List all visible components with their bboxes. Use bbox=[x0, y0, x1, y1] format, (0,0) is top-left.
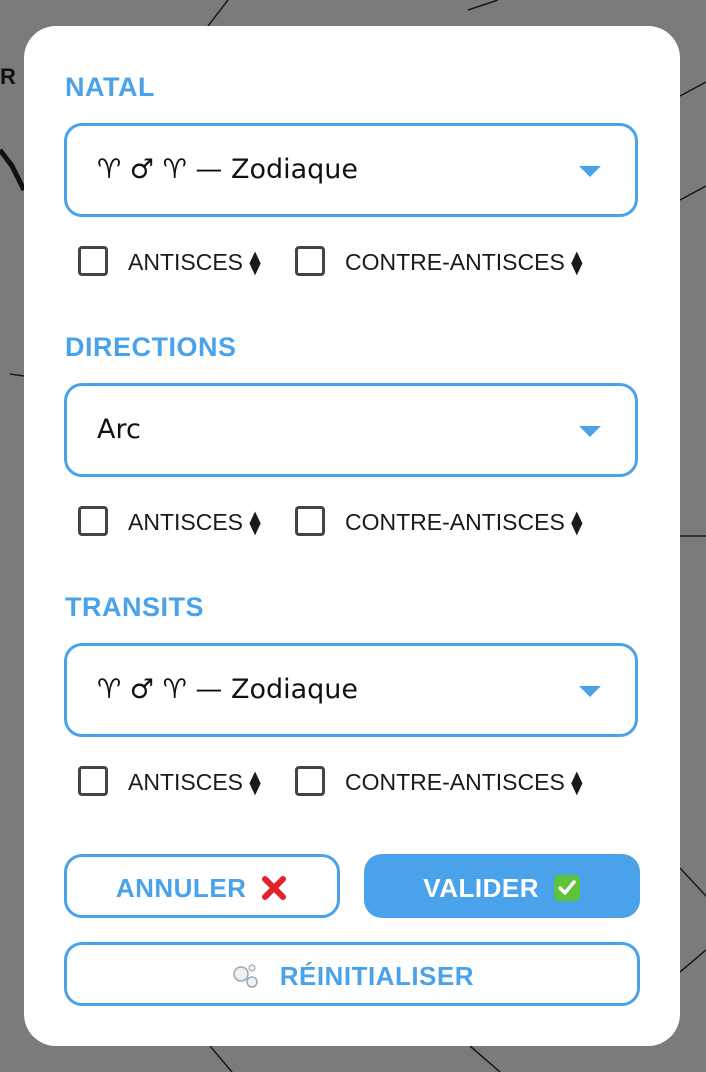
reset-button[interactable]: RÉINITIALISER bbox=[64, 942, 640, 1006]
background-text: R bbox=[0, 64, 16, 89]
checkbox-box[interactable] bbox=[295, 506, 325, 536]
confirm-button[interactable]: VALIDER bbox=[364, 854, 640, 918]
check-mark-icon bbox=[553, 875, 580, 902]
checkbox-box[interactable] bbox=[295, 766, 325, 796]
reset-button-label: RÉINITIALISER bbox=[279, 961, 475, 992]
checkbox-box[interactable] bbox=[78, 246, 108, 276]
natal-select-value: ♈︎ ♂ ♈ — Zodiaque bbox=[97, 154, 359, 185]
transits-select-value: ♈︎ ♂ ♈ — Zodiaque bbox=[97, 674, 359, 705]
bubbles-icon bbox=[233, 964, 258, 988]
checkbox-label: ANTISCES ⧫ bbox=[128, 769, 261, 795]
checkbox-box[interactable] bbox=[78, 506, 108, 536]
transits-options: ANTISCES ⧫ CONTRE-ANTISCES ⧫ bbox=[78, 764, 638, 804]
confirm-button-label: VALIDER bbox=[423, 873, 539, 904]
caret-down-icon bbox=[579, 166, 601, 177]
transits-select[interactable]: ♈︎ ♂ ♈ — Zodiaque bbox=[64, 643, 638, 737]
cancel-button-label: ANNULER bbox=[115, 873, 247, 904]
chart-settings-modal: NATAL ♈︎ ♂ ♈ — Zodiaque ANTISCES ⧫ CONTR… bbox=[24, 26, 680, 1046]
natal-select[interactable]: ♈︎ ♂ ♈ — Zodiaque bbox=[64, 123, 638, 217]
cross-mark-icon bbox=[262, 876, 287, 901]
caret-down-icon bbox=[579, 686, 601, 697]
section-title-directions: DIRECTIONS bbox=[65, 332, 237, 362]
checkbox-label: ANTISCES ⧫ bbox=[128, 249, 261, 275]
cancel-button[interactable]: ANNULER bbox=[64, 854, 340, 918]
directions-select-value: Arc bbox=[97, 414, 141, 445]
checkbox-label: CONTRE-ANTISCES ⧫ bbox=[345, 769, 583, 795]
section-title-natal: NATAL bbox=[65, 72, 155, 102]
checkbox-label: CONTRE-ANTISCES ⧫ bbox=[345, 509, 583, 535]
checkbox-box[interactable] bbox=[78, 766, 108, 796]
section-title-transits: TRANSITS bbox=[65, 592, 204, 622]
checkbox-label: CONTRE-ANTISCES ⧫ bbox=[345, 249, 583, 275]
checkbox-label: ANTISCES ⧫ bbox=[128, 509, 261, 535]
checkbox-box[interactable] bbox=[295, 246, 325, 276]
directions-select[interactable]: Arc bbox=[64, 383, 638, 477]
directions-options: ANTISCES ⧫ CONTRE-ANTISCES ⧫ bbox=[78, 504, 638, 544]
caret-down-icon bbox=[579, 426, 601, 437]
natal-options: ANTISCES ⧫ CONTRE-ANTISCES ⧫ bbox=[78, 244, 638, 284]
